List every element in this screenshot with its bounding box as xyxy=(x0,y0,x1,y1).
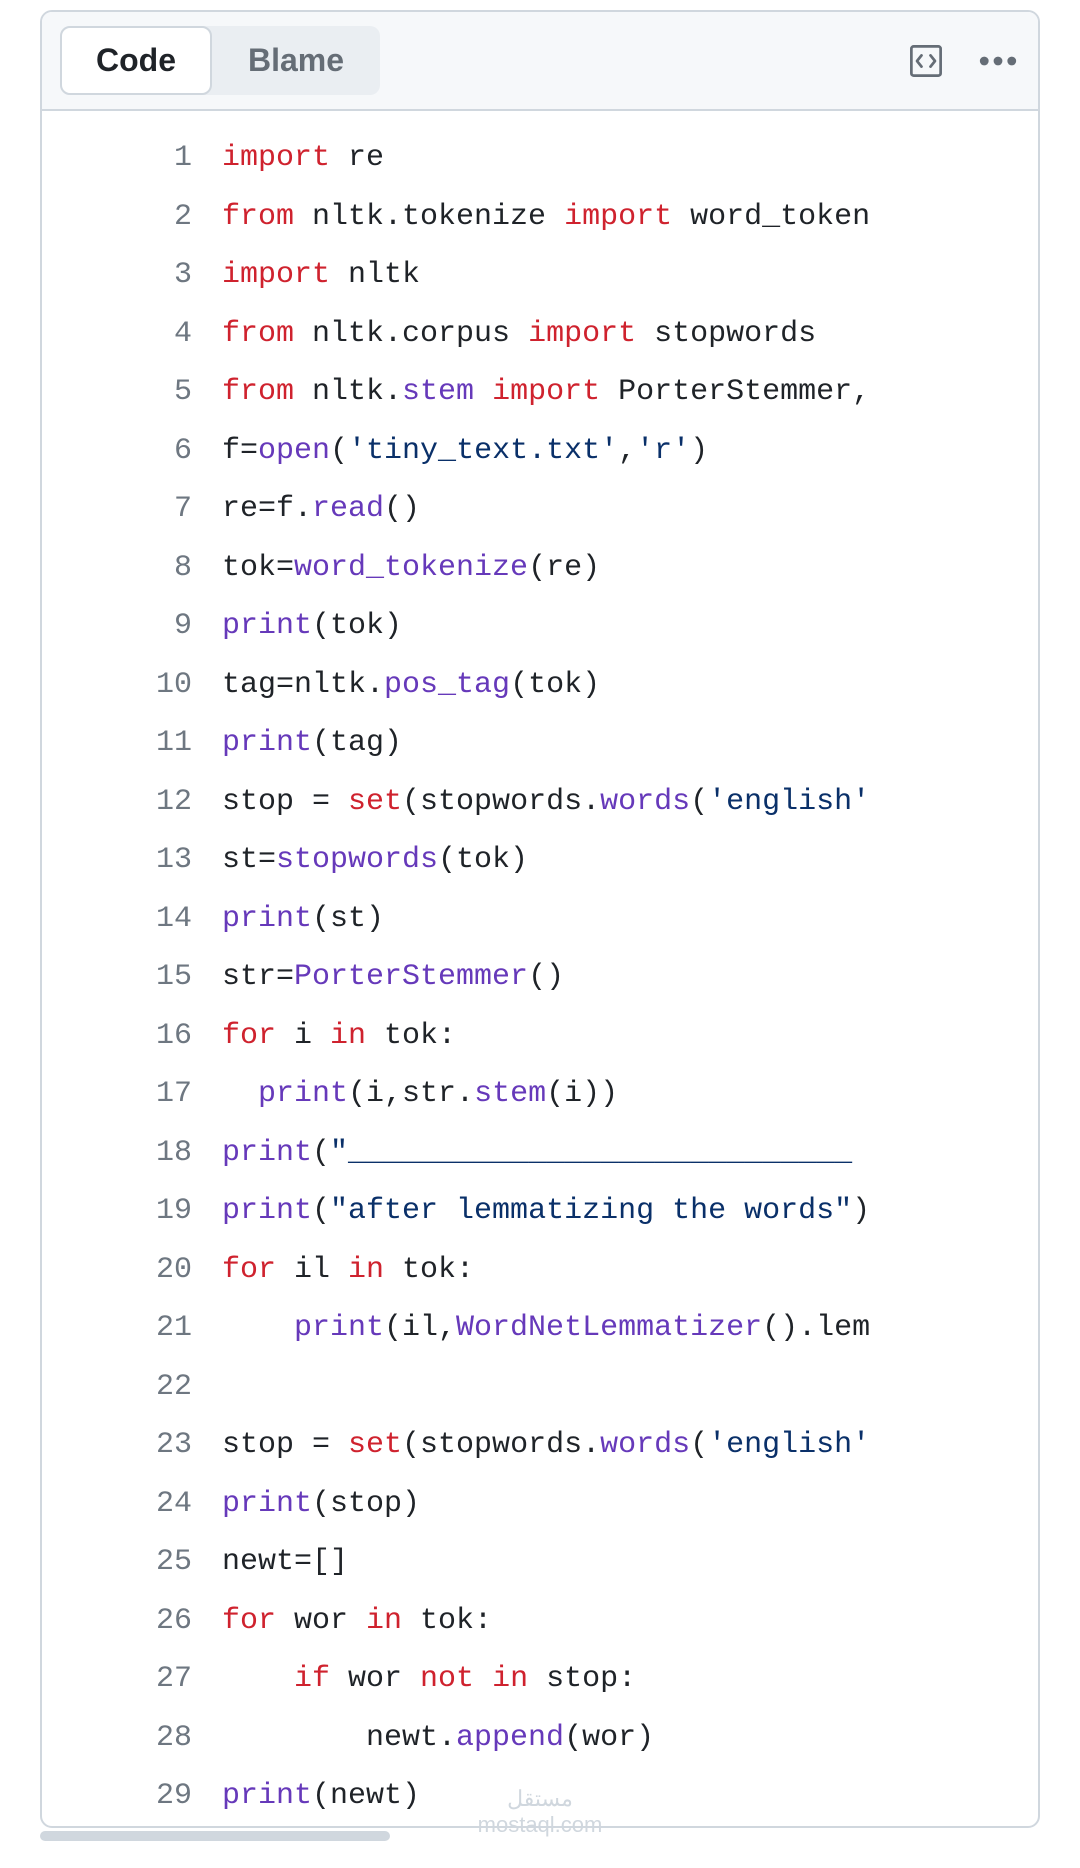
line-number-gutter: 1234567891011121314151617181920212223242… xyxy=(42,129,222,1826)
code-line[interactable]: print(newt) xyxy=(222,1767,1038,1826)
code-content[interactable]: import refrom nltk.tokenize import word_… xyxy=(222,129,1038,1826)
line-number: 24 xyxy=(42,1475,192,1534)
line-number: 8 xyxy=(42,539,192,598)
tab-blame[interactable]: Blame xyxy=(212,26,380,95)
line-number: 18 xyxy=(42,1124,192,1183)
line-number: 26 xyxy=(42,1592,192,1651)
line-number: 16 xyxy=(42,1007,192,1066)
code-line[interactable]: print("____________________________ xyxy=(222,1124,1038,1183)
code-line[interactable]: import nltk xyxy=(222,246,1038,305)
code-line[interactable]: print(st) xyxy=(222,890,1038,949)
line-number: 1 xyxy=(42,129,192,188)
code-line[interactable]: for wor in tok: xyxy=(222,1592,1038,1651)
line-number: 5 xyxy=(42,363,192,422)
code-line[interactable]: import re xyxy=(222,129,1038,188)
more-options-icon[interactable] xyxy=(976,39,1020,83)
code-line[interactable]: from nltk.stem import PorterStemmer, xyxy=(222,363,1038,422)
line-number: 12 xyxy=(42,773,192,832)
line-number: 4 xyxy=(42,305,192,364)
line-number: 23 xyxy=(42,1416,192,1475)
line-number: 25 xyxy=(42,1533,192,1592)
line-number: 21 xyxy=(42,1299,192,1358)
line-number: 29 xyxy=(42,1767,192,1826)
tab-group: Code Blame xyxy=(60,26,380,95)
line-number: 17 xyxy=(42,1065,192,1124)
code-line[interactable]: print(i,str.stem(i)) xyxy=(222,1065,1038,1124)
tab-code[interactable]: Code xyxy=(60,26,212,95)
toolbar-right xyxy=(904,39,1020,83)
watermark-top: مستقل xyxy=(478,1786,603,1812)
code-line[interactable]: newt.append(wor) xyxy=(222,1709,1038,1768)
line-number: 15 xyxy=(42,948,192,1007)
code-line[interactable]: from nltk.tokenize import word_token xyxy=(222,188,1038,247)
line-number: 3 xyxy=(42,246,192,305)
code-line[interactable]: from nltk.corpus import stopwords xyxy=(222,305,1038,364)
code-line[interactable]: f=open('tiny_text.txt','r') xyxy=(222,422,1038,481)
line-number: 19 xyxy=(42,1182,192,1241)
code-line[interactable]: st=stopwords(tok) xyxy=(222,831,1038,890)
line-number: 11 xyxy=(42,714,192,773)
line-number: 9 xyxy=(42,597,192,656)
code-line[interactable]: for il in tok: xyxy=(222,1241,1038,1300)
code-line[interactable]: for i in tok: xyxy=(222,1007,1038,1066)
code-line[interactable]: if wor not in stop: xyxy=(222,1650,1038,1709)
code-symbols-icon[interactable] xyxy=(904,39,948,83)
code-line[interactable]: newt=[] xyxy=(222,1533,1038,1592)
line-number: 28 xyxy=(42,1709,192,1768)
line-number: 20 xyxy=(42,1241,192,1300)
watermark-bottom: mostaql.com xyxy=(478,1812,603,1838)
toolbar: Code Blame xyxy=(42,12,1038,111)
line-number: 13 xyxy=(42,831,192,890)
line-number: 22 xyxy=(42,1358,192,1417)
code-line[interactable]: print("after lemmatizing the words") xyxy=(222,1182,1038,1241)
code-line[interactable]: stop = set(stopwords.words('english' xyxy=(222,1416,1038,1475)
code-line[interactable]: print(tok) xyxy=(222,597,1038,656)
code-line[interactable] xyxy=(222,1358,1038,1417)
line-number: 27 xyxy=(42,1650,192,1709)
code-line[interactable]: print(tag) xyxy=(222,714,1038,773)
line-number: 7 xyxy=(42,480,192,539)
code-line[interactable]: str=PorterStemmer() xyxy=(222,948,1038,1007)
line-number: 6 xyxy=(42,422,192,481)
code-line[interactable]: re=f.read() xyxy=(222,480,1038,539)
scrollbar-thumb[interactable] xyxy=(40,1831,390,1841)
code-area[interactable]: 1234567891011121314151617181920212223242… xyxy=(42,111,1038,1826)
code-line[interactable]: print(il,WordNetLemmatizer().lem xyxy=(222,1299,1038,1358)
code-line[interactable]: tok=word_tokenize(re) xyxy=(222,539,1038,598)
line-number: 2 xyxy=(42,188,192,247)
code-line[interactable]: tag=nltk.pos_tag(tok) xyxy=(222,656,1038,715)
code-line[interactable]: stop = set(stopwords.words('english' xyxy=(222,773,1038,832)
line-number: 10 xyxy=(42,656,192,715)
code-line[interactable]: print(stop) xyxy=(222,1475,1038,1534)
line-number: 14 xyxy=(42,890,192,949)
code-viewer-panel: Code Blame 12345678910111213141516171819… xyxy=(40,10,1040,1828)
watermark: مستقل mostaql.com xyxy=(478,1786,603,1838)
